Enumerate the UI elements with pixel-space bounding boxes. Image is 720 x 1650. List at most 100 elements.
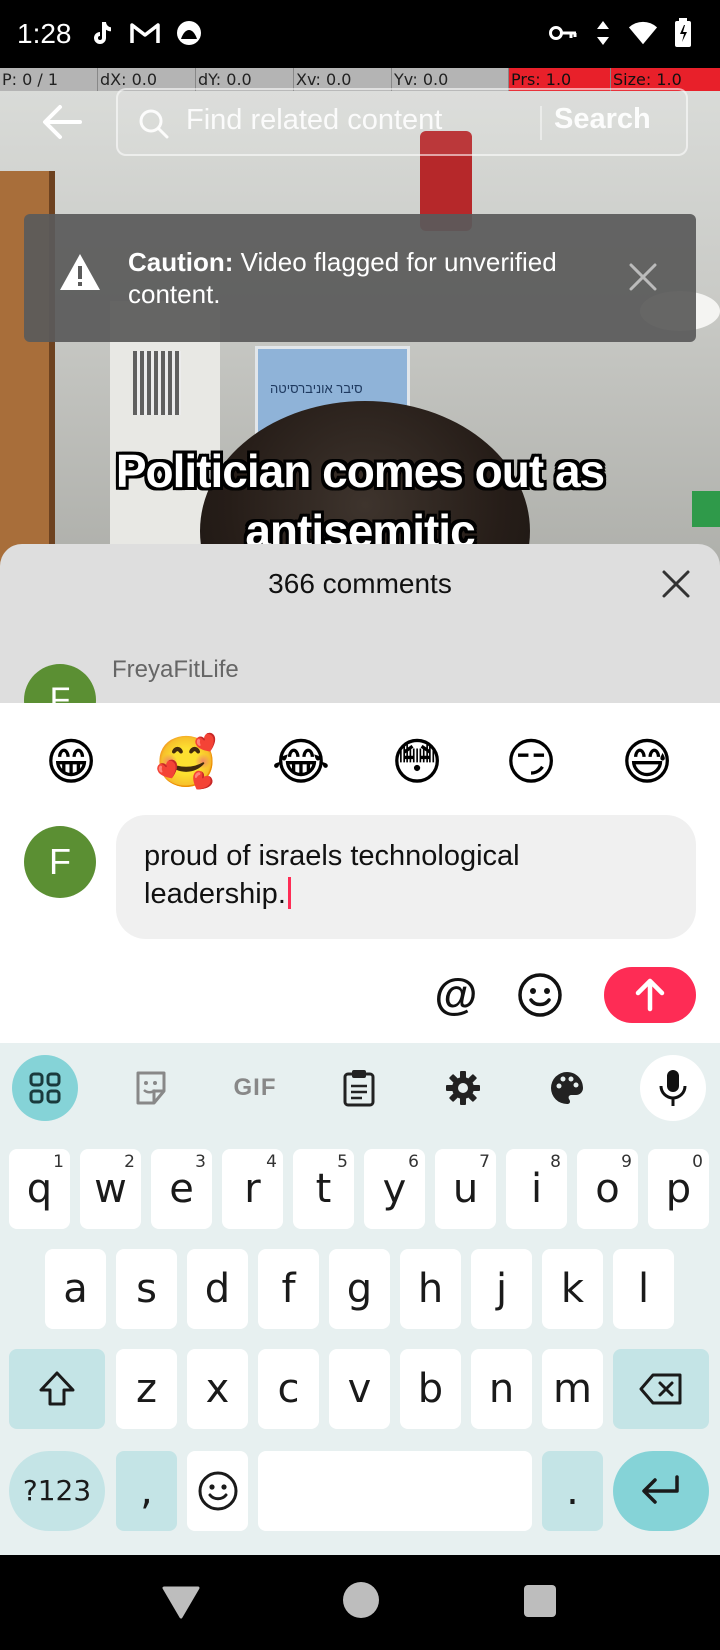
search-bar[interactable]: Find related content Search <box>116 88 688 156</box>
key-o-label: o <box>595 1166 620 1212</box>
key-e-label: e <box>169 1166 194 1212</box>
quick-emoji-grin[interactable]: 😁 <box>40 731 102 793</box>
key-z[interactable]: z <box>116 1349 177 1429</box>
navigation-bar <box>0 1555 720 1650</box>
key-b[interactable]: b <box>400 1349 461 1429</box>
nav-home-icon[interactable] <box>343 1582 379 1618</box>
comment-input-value: proud of israels technological leadershi… <box>144 840 520 910</box>
key-e[interactable]: e3 <box>151 1149 212 1229</box>
key-m[interactable]: m <box>542 1349 603 1429</box>
caution-message: Caution: Video flagged for unverified co… <box>128 246 608 310</box>
video-player[interactable]: סיבר אוניברסיטה Politician comes out as … <box>0 91 720 621</box>
clipboard-icon[interactable] <box>326 1055 392 1121</box>
key-d[interactable]: d <box>187 1249 248 1329</box>
close-comments-icon[interactable] <box>660 568 692 600</box>
data-arrows-icon <box>588 18 618 48</box>
send-button[interactable] <box>604 967 696 1023</box>
settings-gear-icon[interactable] <box>430 1055 496 1121</box>
key-r-hint: 4 <box>266 1152 277 1172</box>
key-l[interactable]: l <box>613 1249 674 1329</box>
quick-emoji-hearts[interactable]: 🥰 <box>155 731 217 793</box>
comma-key[interactable]: , <box>116 1451 177 1531</box>
key-p-hint: 0 <box>692 1152 703 1172</box>
key-x[interactable]: x <box>187 1349 248 1429</box>
key-p-label: p <box>665 1166 692 1212</box>
comment-avatar[interactable]: F <box>24 664 96 704</box>
quick-emoji-flushed[interactable]: 😳 <box>386 731 448 793</box>
theme-palette-icon[interactable] <box>534 1055 600 1121</box>
key-u-label: u <box>452 1166 479 1212</box>
comment-input[interactable]: proud of israels technological leadershi… <box>116 815 696 939</box>
quick-emoji-row: 😁 🥰 😂 😳 😏 😅 <box>0 731 720 793</box>
symbols-key[interactable]: ?123 <box>9 1451 105 1531</box>
key-j[interactable]: j <box>471 1249 532 1329</box>
video-qr-code <box>133 351 181 415</box>
gif-label: GIF <box>233 1074 277 1101</box>
key-w[interactable]: w2 <box>80 1149 141 1229</box>
video-caption: Politician comes out as antisemitic <box>115 445 605 557</box>
shift-key[interactable] <box>9 1349 105 1429</box>
back-arrow-icon[interactable] <box>40 100 84 144</box>
key-k[interactable]: k <box>542 1249 603 1329</box>
comment-username[interactable]: FreyaFitLife <box>112 656 239 684</box>
key-y[interactable]: y6 <box>364 1149 425 1229</box>
status-bar: 1:28 <box>0 0 720 68</box>
key-v[interactable]: v <box>329 1349 390 1429</box>
nav-back-icon[interactable] <box>162 1585 200 1619</box>
key-t-label: t <box>315 1166 332 1212</box>
caution-banner: Caution: Video flagged for unverified co… <box>24 214 696 342</box>
battery-icon <box>668 18 698 48</box>
key-n[interactable]: n <box>471 1349 532 1429</box>
quick-emoji-smirk[interactable]: 😏 <box>500 731 562 793</box>
quick-emoji-laugh[interactable]: 😂 <box>270 731 332 793</box>
key-q-hint: 1 <box>53 1152 64 1172</box>
keyboard-toolbar: GIF <box>0 1055 720 1121</box>
debug-pointer-count: P: 0 / 1 <box>0 68 98 91</box>
warning-icon <box>58 252 102 292</box>
backspace-key[interactable] <box>613 1349 709 1429</box>
key-y-label: y <box>382 1166 407 1212</box>
key-i[interactable]: i8 <box>506 1149 567 1229</box>
key-t[interactable]: t5 <box>293 1149 354 1229</box>
video-sign-text: סיבר אוניברסיטה <box>270 381 363 396</box>
key-u-hint: 7 <box>479 1152 490 1172</box>
emoji-key[interactable] <box>187 1451 248 1531</box>
comments-count-title: 366 comments <box>268 568 452 599</box>
mention-button[interactable]: @ <box>432 971 480 1019</box>
key-i-hint: 8 <box>550 1152 561 1172</box>
comments-sheet: 366 comments F FreyaFitLife <box>0 544 720 704</box>
emoji-picker-icon[interactable] <box>516 971 564 1019</box>
key-r[interactable]: r4 <box>222 1149 283 1229</box>
search-input[interactable]: Find related content <box>186 104 442 137</box>
microphone-icon[interactable] <box>640 1055 706 1121</box>
nav-recents-icon[interactable] <box>524 1585 556 1617</box>
key-o-hint: 9 <box>621 1152 632 1172</box>
quick-emoji-sweat-smile[interactable]: 😅 <box>616 731 678 793</box>
close-icon[interactable] <box>628 262 658 292</box>
key-q-label: q <box>26 1166 53 1212</box>
key-p[interactable]: p0 <box>648 1149 709 1229</box>
key-i-label: i <box>530 1166 543 1212</box>
period-key[interactable]: . <box>542 1451 603 1531</box>
wifi-icon <box>628 18 658 48</box>
key-o[interactable]: o9 <box>577 1149 638 1229</box>
apps-grid-icon[interactable] <box>12 1055 78 1121</box>
key-a[interactable]: a <box>45 1249 106 1329</box>
app-icon <box>174 18 204 48</box>
search-button[interactable]: Search <box>554 103 651 136</box>
user-avatar: F <box>24 826 96 898</box>
key-u[interactable]: u7 <box>435 1149 496 1229</box>
key-s[interactable]: s <box>116 1249 177 1329</box>
gif-button[interactable]: GIF <box>222 1055 288 1121</box>
key-f[interactable]: f <box>258 1249 319 1329</box>
sticker-icon[interactable] <box>118 1055 184 1121</box>
key-h[interactable]: h <box>400 1249 461 1329</box>
key-c[interactable]: c <box>258 1349 319 1429</box>
comment-composer: 😁 🥰 😂 😳 😏 😅 F proud of israels technolog… <box>0 703 720 1043</box>
space-key[interactable] <box>258 1451 532 1531</box>
key-q[interactable]: q1 <box>9 1149 70 1229</box>
tiktok-icon <box>86 18 116 48</box>
key-g[interactable]: g <box>329 1249 390 1329</box>
enter-key[interactable] <box>613 1451 709 1531</box>
key-w-label: w <box>94 1166 127 1212</box>
